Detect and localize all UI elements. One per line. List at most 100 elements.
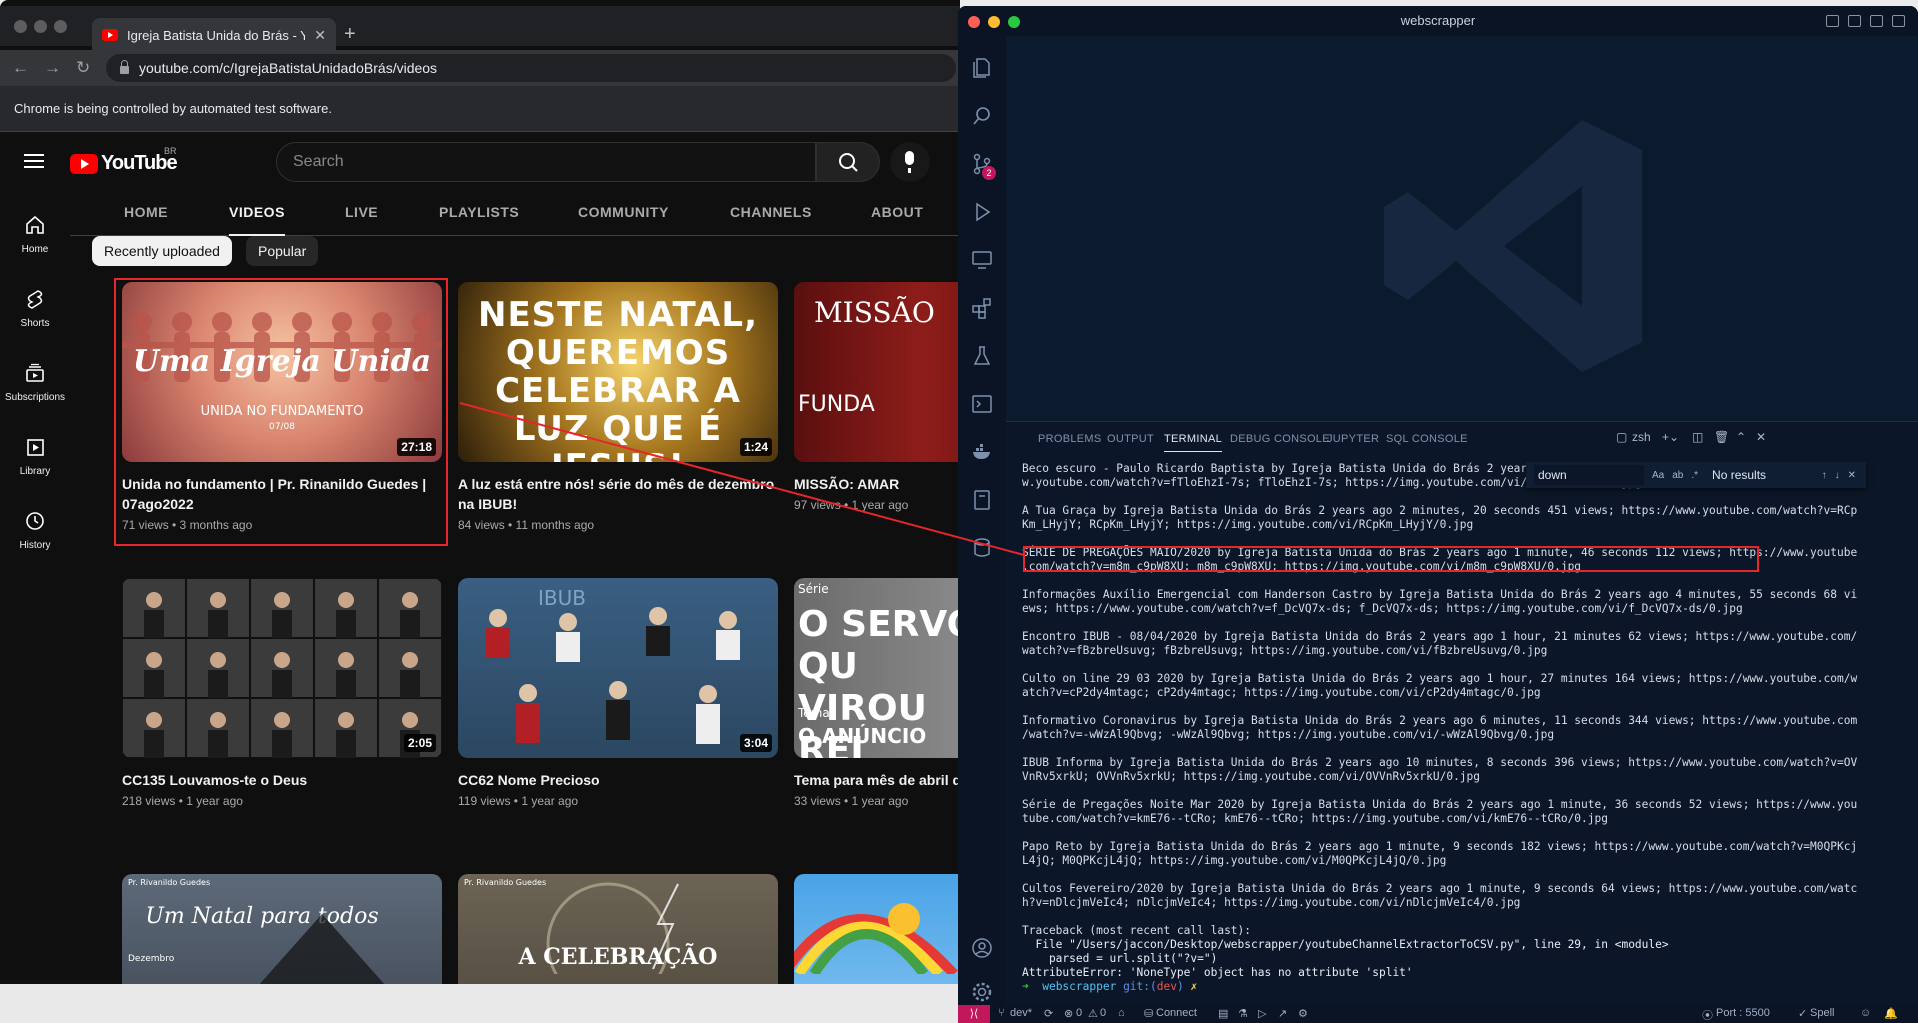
settings-gear-icon[interactable] bbox=[970, 980, 994, 1004]
reload-icon[interactable]: ↻ bbox=[76, 58, 90, 78]
rail-item-subscriptions[interactable]: Subscriptions bbox=[0, 346, 70, 416]
video-card[interactable]: Pr. Rivanildo Guedes Um Natal para todos… bbox=[122, 874, 442, 984]
remote-explorer-icon[interactable] bbox=[970, 248, 994, 272]
previous-match-icon[interactable]: ↑ bbox=[1822, 470, 1827, 481]
rail-item-history[interactable]: History bbox=[0, 494, 70, 564]
notifications-icon[interactable]: 🔔 bbox=[1884, 1007, 1898, 1020]
database-icon[interactable] bbox=[970, 536, 994, 560]
terminal-prompt[interactable]: ➜ webscrapper git:(dev) ✗ bbox=[1022, 980, 1902, 994]
kill-terminal-icon[interactable]: 🗑 bbox=[1714, 430, 1729, 444]
explorer-icon[interactable] bbox=[970, 56, 994, 80]
close-find-icon[interactable]: ✕ bbox=[1848, 470, 1856, 481]
video-title[interactable]: Tema para mês de abril de virou Rei!" bbox=[794, 770, 960, 790]
close-tab-icon[interactable]: ✕ bbox=[314, 27, 326, 44]
search-input[interactable]: Search bbox=[276, 142, 816, 182]
match-case-icon[interactable]: Aa bbox=[1652, 470, 1664, 481]
regex-icon[interactable]: .* bbox=[1691, 470, 1698, 481]
terminal-view-icon[interactable] bbox=[970, 392, 994, 416]
video-card[interactable]: NESTE NATAL, QUEREMOS CELEBRAR A LUZ QUE… bbox=[458, 282, 778, 532]
menu-icon[interactable] bbox=[24, 154, 44, 168]
connect-button[interactable]: Connect bbox=[1156, 1007, 1197, 1019]
video-card[interactable]: Série O SERVO QU VIROU REI Tema O ANÚNCI… bbox=[794, 578, 960, 808]
testing-icon[interactable] bbox=[970, 344, 994, 368]
tab-terminal[interactable]: TERMINAL bbox=[1164, 433, 1223, 452]
shell-name[interactable]: zsh bbox=[1632, 430, 1651, 444]
video-title[interactable]: A luz está entre nós! série do mês de de… bbox=[458, 474, 778, 514]
live-server-port[interactable]: Port : 5500 bbox=[1716, 1007, 1770, 1019]
customize-layout-icon[interactable] bbox=[1892, 15, 1905, 27]
video-thumbnail[interactable]: 2:05 bbox=[122, 578, 442, 758]
search-button[interactable] bbox=[816, 142, 880, 182]
file-icon[interactable]: ▤ bbox=[1218, 1007, 1228, 1020]
minimize-window-icon[interactable] bbox=[34, 20, 47, 33]
accounts-icon[interactable] bbox=[970, 936, 994, 960]
video-thumbnail[interactable]: NESTE NATAL, QUEREMOS CELEBRAR A LUZ QUE… bbox=[458, 282, 778, 462]
gear-icon[interactable]: ⚙ bbox=[1298, 1007, 1308, 1020]
tab-about[interactable]: ABOUT bbox=[871, 204, 923, 220]
tab-debug-console[interactable]: DEBUG CONSOLE bbox=[1230, 433, 1330, 445]
video-card[interactable]: Pr. Rivanildo Guedes A CELEBRAÇÃO bbox=[458, 874, 778, 984]
new-tab-icon[interactable]: + bbox=[344, 24, 356, 44]
tab-output[interactable]: OUTPUT bbox=[1107, 433, 1154, 445]
next-match-icon[interactable]: ↓ bbox=[1835, 470, 1840, 481]
feedback-icon[interactable]: ☺ bbox=[1860, 1007, 1871, 1019]
video-thumbnail[interactable] bbox=[794, 874, 960, 984]
toggle-sidebar-icon[interactable] bbox=[1826, 15, 1839, 27]
home-icon[interactable]: ⌂ bbox=[1118, 1007, 1125, 1019]
video-thumbnail[interactable]: MISSÃO FUNDA bbox=[794, 282, 960, 462]
toggle-panel-icon[interactable] bbox=[1848, 15, 1861, 27]
video-title[interactable]: CC135 Louvamos-te o Deus bbox=[122, 770, 442, 790]
video-thumbnail[interactable]: Pr. Rivanildo Guedes Um Natal para todos… bbox=[122, 874, 442, 984]
browser-tab[interactable]: Igreja Batista Unida do Brás - Y ✕ bbox=[92, 18, 336, 52]
live-share-icon[interactable]: ↗ bbox=[1278, 1007, 1287, 1020]
close-window-icon[interactable] bbox=[14, 20, 27, 33]
notebook-icon[interactable] bbox=[970, 488, 994, 512]
flask-icon[interactable]: ⚗ bbox=[1238, 1007, 1248, 1020]
run-debug-icon[interactable] bbox=[970, 200, 994, 224]
tab-playlists[interactable]: PLAYLISTS bbox=[439, 204, 519, 220]
chip-popular[interactable]: Popular bbox=[246, 236, 319, 266]
back-icon[interactable]: ← bbox=[12, 58, 29, 78]
address-bar[interactable]: youtube.com/c/IgrejaBatistaUnidadoBrás/v… bbox=[106, 54, 956, 82]
error-count[interactable]: 0 bbox=[1076, 1007, 1082, 1019]
close-window-icon[interactable] bbox=[968, 16, 980, 28]
run-icon[interactable]: ▷ bbox=[1258, 1007, 1266, 1020]
chip-recently-uploaded[interactable]: Recently uploaded bbox=[92, 236, 232, 266]
video-title[interactable]: MISSÃO: AMAR bbox=[794, 474, 960, 494]
toggle-secondary-sidebar-icon[interactable] bbox=[1870, 15, 1883, 27]
minimize-window-icon[interactable] bbox=[988, 16, 1000, 28]
tab-jupyter[interactable]: JUPYTER bbox=[1327, 433, 1379, 445]
spell-check[interactable]: Spell bbox=[1810, 1007, 1834, 1019]
tab-sql-console[interactable]: SQL CONSOLE bbox=[1386, 433, 1468, 445]
rail-item-shorts[interactable]: Shorts bbox=[0, 272, 70, 342]
video-thumbnail[interactable]: Série O SERVO QU VIROU REI Tema O ANÚNCI… bbox=[794, 578, 960, 758]
close-panel-icon[interactable]: ✕ bbox=[1756, 430, 1766, 444]
split-terminal-icon[interactable]: ◫ bbox=[1692, 430, 1703, 444]
new-terminal-icon[interactable]: +⌄ bbox=[1662, 430, 1679, 444]
docker-icon[interactable] bbox=[970, 440, 994, 464]
zoom-window-icon[interactable] bbox=[54, 20, 67, 33]
video-thumbnail[interactable]: IBUB 3:04 bbox=[458, 578, 778, 758]
forward-icon[interactable]: → bbox=[44, 58, 61, 78]
terminal-output[interactable]: Beco escuro - Paulo Ricardo Baptista by … bbox=[1022, 462, 1902, 994]
video-card[interactable]: MISSÃO FUNDA MISSÃO: AMAR 97 views • 1 y… bbox=[794, 282, 960, 512]
video-card[interactable]: 2:05 CC135 Louvamos-te o Deus 218 views … bbox=[122, 578, 442, 808]
tab-channels[interactable]: CHANNELS bbox=[730, 204, 812, 220]
warning-count[interactable]: 0 bbox=[1100, 1007, 1106, 1019]
youtube-logo[interactable]: YouTube bbox=[70, 152, 178, 175]
zoom-window-icon[interactable] bbox=[1008, 16, 1020, 28]
search-icon[interactable] bbox=[970, 104, 994, 128]
rail-item-library[interactable]: Library bbox=[0, 420, 70, 490]
video-card[interactable] bbox=[794, 874, 960, 984]
extensions-icon[interactable] bbox=[970, 296, 994, 320]
video-title[interactable]: CC62 Nome Precioso bbox=[458, 770, 778, 790]
tab-live[interactable]: LIVE bbox=[345, 204, 378, 220]
remote-indicator-icon[interactable]: ⟩⟨ bbox=[958, 1005, 990, 1023]
whole-word-icon[interactable]: ab bbox=[1672, 470, 1683, 481]
tab-videos[interactable]: VIDEOS bbox=[229, 204, 285, 236]
tab-home[interactable]: HOME bbox=[124, 204, 168, 220]
video-card[interactable]: IBUB 3:04 CC62 Nome Precioso 119 views •… bbox=[458, 578, 778, 808]
video-thumbnail[interactable]: Pr. Rivanildo Guedes A CELEBRAÇÃO bbox=[458, 874, 778, 984]
find-input[interactable]: down bbox=[1534, 465, 1644, 485]
rail-item-home[interactable]: Home bbox=[0, 198, 70, 268]
